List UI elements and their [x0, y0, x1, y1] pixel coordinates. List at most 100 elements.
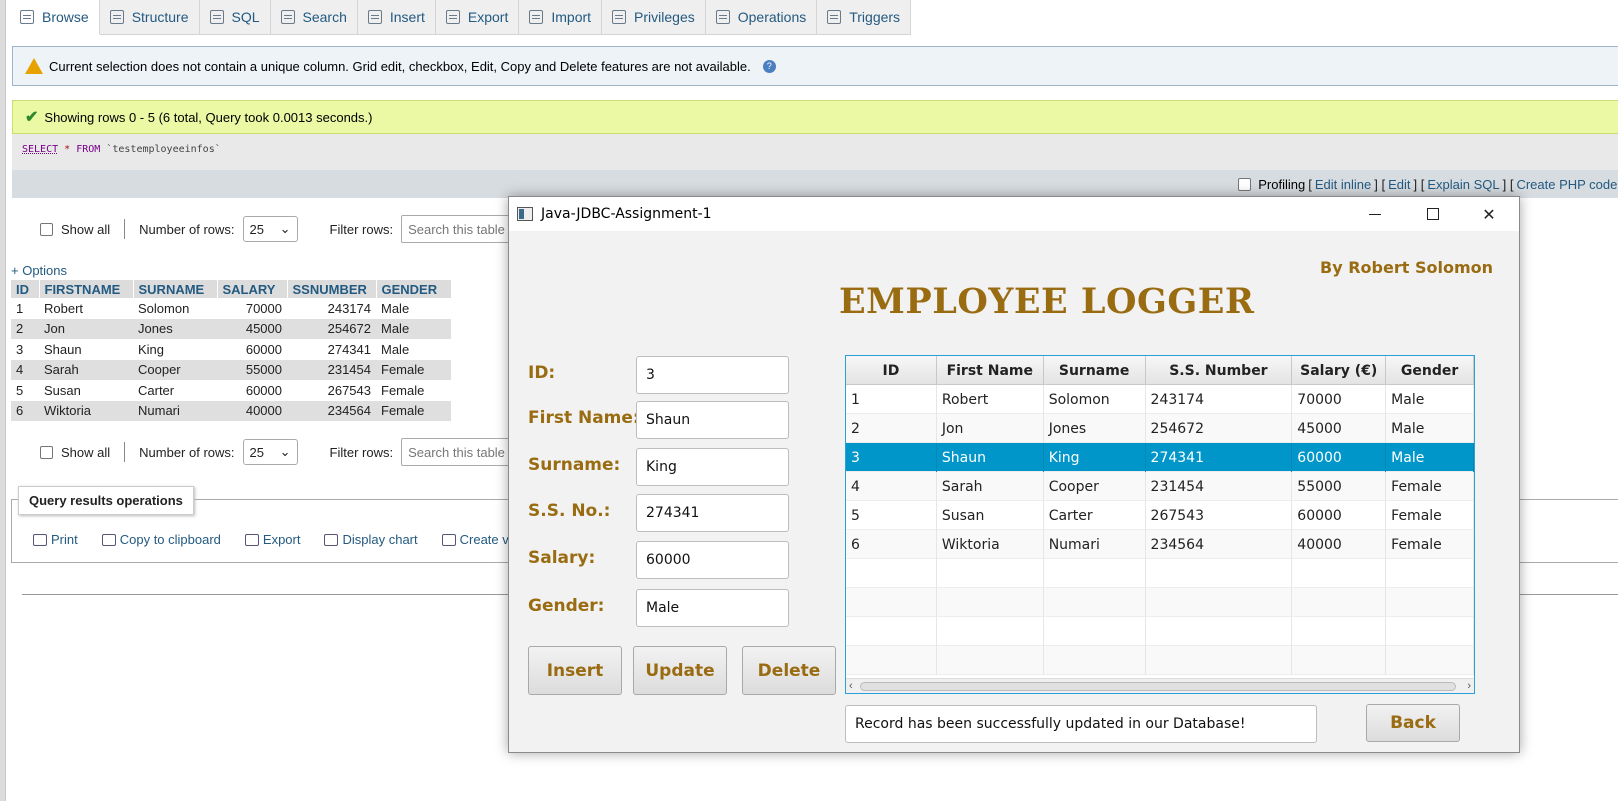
edit-link[interactable]: Edit: [1388, 177, 1410, 192]
clipboard-icon: [101, 533, 116, 546]
explain-sql-link[interactable]: Explain SQL: [1427, 177, 1499, 192]
tab-structure[interactable]: Structure: [99, 0, 200, 35]
insert-button[interactable]: Insert: [528, 646, 622, 695]
insert-icon: [367, 10, 382, 24]
filter-input-bottom[interactable]: Search this table: [401, 438, 512, 466]
col-salary[interactable]: Salary (€): [1292, 356, 1387, 385]
warning-icon: [25, 58, 43, 74]
app-heading: EMPLOYEE LOGGER: [839, 281, 1255, 322]
table-row[interactable]: 5 Susan Carter 267543 60000 Female: [846, 501, 1474, 530]
rows-select[interactable]: 25 ⌄: [242, 216, 298, 242]
surname-field[interactable]: King: [636, 448, 789, 486]
help-icon[interactable]: ?: [762, 59, 776, 73]
gender-field[interactable]: Male: [636, 589, 789, 627]
table-row: 5 Susan Carter 60000 267543 Female: [16, 382, 425, 398]
java-app-icon: [517, 207, 533, 221]
tab-triggers[interactable]: Triggers: [817, 0, 912, 35]
col-surname[interactable]: Surname: [1044, 356, 1146, 385]
scroll-right-icon[interactable]: ›: [1467, 679, 1471, 693]
salary-field[interactable]: 60000: [636, 541, 789, 579]
status-message-field[interactable]: Record has been successfully updated in …: [845, 705, 1317, 743]
sql-icon: [209, 10, 224, 24]
profiling-label: Profiling: [1258, 176, 1306, 192]
close-button[interactable]: ✕: [1461, 197, 1517, 231]
col-ssnumber[interactable]: SSNUMBER: [287, 280, 377, 298]
sql-actions-bar: Profiling [Edit inline] [ Edit] [ Explai…: [12, 170, 1618, 198]
search-icon: [280, 10, 295, 24]
tab-import[interactable]: Import: [519, 0, 603, 35]
scroll-left-icon[interactable]: ‹: [849, 679, 853, 693]
close-icon: ✕: [1482, 204, 1496, 224]
tab-sql[interactable]: SQL: [199, 0, 271, 35]
author-label: By Robert Solomon: [1320, 258, 1493, 277]
tab-privileges[interactable]: Privileges: [602, 0, 706, 35]
row-controls-bottom: Show all Number of rows: 25 ⌄ Filter rows…: [40, 438, 512, 466]
tab-operations[interactable]: Operations: [705, 0, 818, 35]
export-icon: [244, 533, 259, 546]
options-link[interactable]: + Options: [11, 263, 67, 278]
structure-icon: [109, 10, 124, 24]
minimize-button[interactable]: [1347, 197, 1403, 231]
empty-row: [846, 559, 1474, 588]
col-gender[interactable]: GENDER: [376, 280, 452, 298]
tab-browse[interactable]: Browse: [10, 0, 100, 35]
create-view-link[interactable]: Create v: [441, 532, 509, 547]
id-field[interactable]: 3: [636, 356, 789, 394]
col-gender[interactable]: Gender: [1386, 356, 1474, 385]
scroll-thumb[interactable]: [860, 682, 1456, 691]
col-salary[interactable]: SALARY: [217, 280, 288, 298]
tab-insert[interactable]: Insert: [357, 0, 436, 35]
horizontal-scrollbar[interactable]: ‹ ›: [846, 678, 1474, 693]
ss-no-field[interactable]: 274341: [636, 494, 789, 532]
export-icon: [445, 10, 460, 24]
table-row[interactable]: 4 Sarah Cooper 231454 55000 Female: [846, 472, 1474, 501]
first-name-field[interactable]: Shaun: [636, 401, 789, 439]
col-ss-number[interactable]: S.S. Number: [1146, 356, 1293, 385]
edit-inline-link[interactable]: Edit inline: [1315, 177, 1371, 192]
table-row[interactable]: 6 Wiktoria Numari 234564 40000 Female: [846, 530, 1474, 559]
maximize-button[interactable]: [1405, 197, 1461, 231]
show-all-label: Show all: [61, 444, 111, 460]
filter-input[interactable]: Search this table: [401, 215, 512, 243]
row-controls-top: Show all Number of rows: 25 ⌄ Filter rows…: [40, 215, 512, 243]
success-text: Showing rows 0 - 5 (6 total, Query took …: [44, 109, 373, 125]
chevron-down-icon: ⌄: [279, 444, 291, 459]
sql-table-name: `testemployeeinfos`: [106, 144, 221, 155]
print-link[interactable]: Print: [33, 532, 78, 547]
employee-table-header: ID First Name Surname S.S. Number Salary…: [846, 356, 1474, 385]
back-button[interactable]: Back: [1366, 704, 1460, 742]
col-first-name[interactable]: First Name: [937, 356, 1044, 385]
tab-search[interactable]: Search: [270, 0, 358, 35]
show-all-checkbox-bottom[interactable]: [40, 445, 53, 459]
show-all-label: Show all: [61, 221, 111, 237]
rows-select-bottom[interactable]: 25 ⌄: [242, 439, 298, 465]
gender-label: Gender:: [528, 596, 605, 616]
table-row[interactable]: 2 Jon Jones 254672 45000 Male: [846, 414, 1474, 443]
import-icon: [529, 10, 544, 24]
col-surname[interactable]: SURNAME: [133, 280, 218, 298]
maximize-icon: [1427, 208, 1439, 220]
show-all-checkbox[interactable]: [40, 222, 53, 236]
profiling-checkbox[interactable]: [1238, 177, 1252, 191]
table-row: 1 Robert Solomon 70000 243174 Male: [16, 300, 410, 316]
window-titlebar[interactable]: Java-JDBC-Assignment-1 ✕: [509, 197, 1519, 231]
display-chart-link[interactable]: Display chart: [324, 532, 418, 547]
empty-row: [846, 588, 1474, 617]
query-results-operations-links: Print Copy to clipboard Export Display c…: [33, 532, 509, 547]
export-link[interactable]: Export: [244, 532, 300, 547]
col-id[interactable]: ID: [11, 280, 40, 298]
sql-select-keyword[interactable]: SELECT: [22, 144, 58, 155]
delete-button[interactable]: Delete: [742, 646, 836, 695]
create-php-code-link[interactable]: Create PHP code: [1516, 177, 1617, 192]
tab-export[interactable]: Export: [435, 0, 520, 35]
minimize-icon: [1369, 213, 1381, 215]
col-id[interactable]: ID: [846, 356, 937, 385]
chevron-down-icon: ⌄: [279, 221, 291, 236]
table-row[interactable]: 1 Robert Solomon 243174 70000 Male: [846, 385, 1474, 414]
update-button[interactable]: Update: [633, 646, 727, 695]
empty-row: [846, 617, 1474, 646]
table-row-selected[interactable]: 3 Shaun King 274341 60000 Male: [846, 443, 1474, 472]
col-firstname[interactable]: FIRSTNAME: [39, 280, 134, 298]
filter-label: Filter rows:: [329, 221, 394, 237]
copy-to-clipboard-link[interactable]: Copy to clipboard: [101, 532, 221, 547]
